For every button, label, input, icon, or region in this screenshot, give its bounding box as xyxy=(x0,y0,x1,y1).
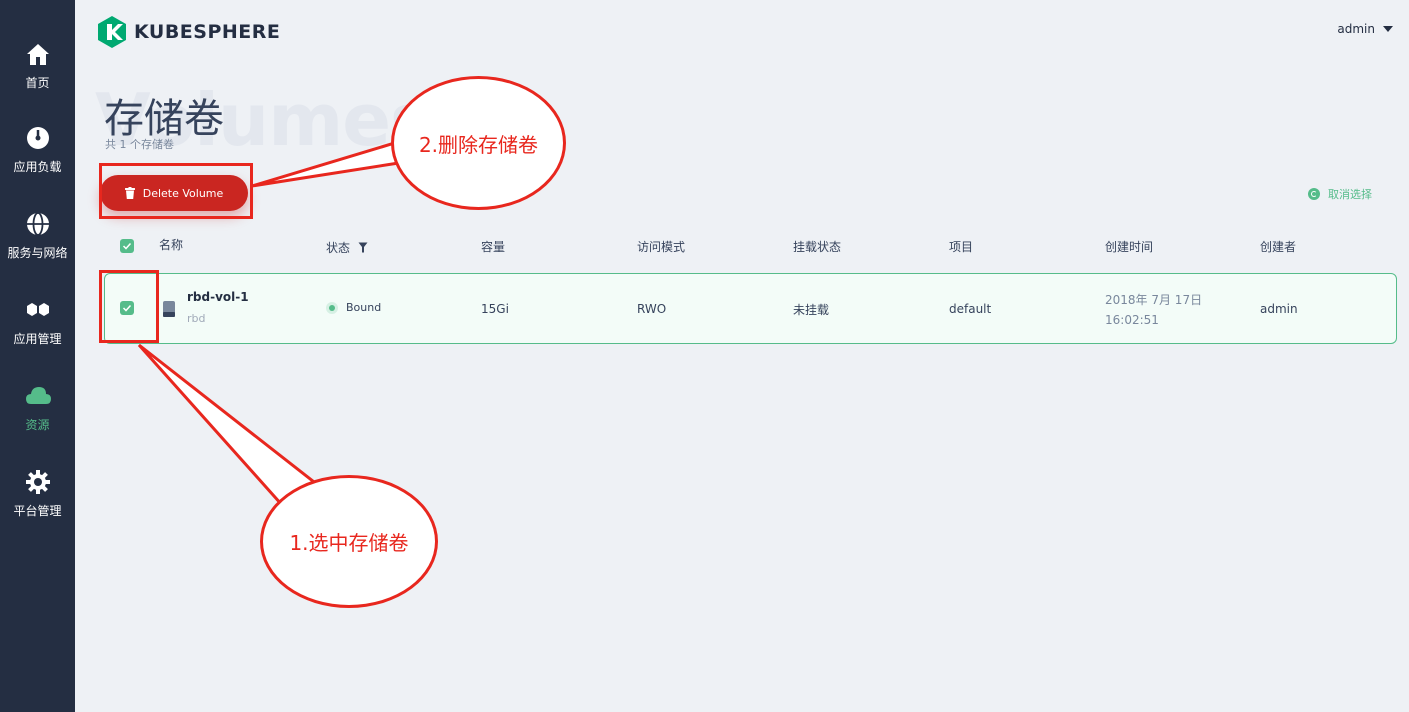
annotation-highlight-delete xyxy=(99,163,253,219)
annotation-bubble-step2: 2.删除存储卷 xyxy=(391,76,566,210)
annotation-highlight-checkbox xyxy=(99,270,159,343)
annotation-callouts xyxy=(137,140,408,508)
annotation-bubble-step1: 1.选中存储卷 xyxy=(260,475,438,608)
